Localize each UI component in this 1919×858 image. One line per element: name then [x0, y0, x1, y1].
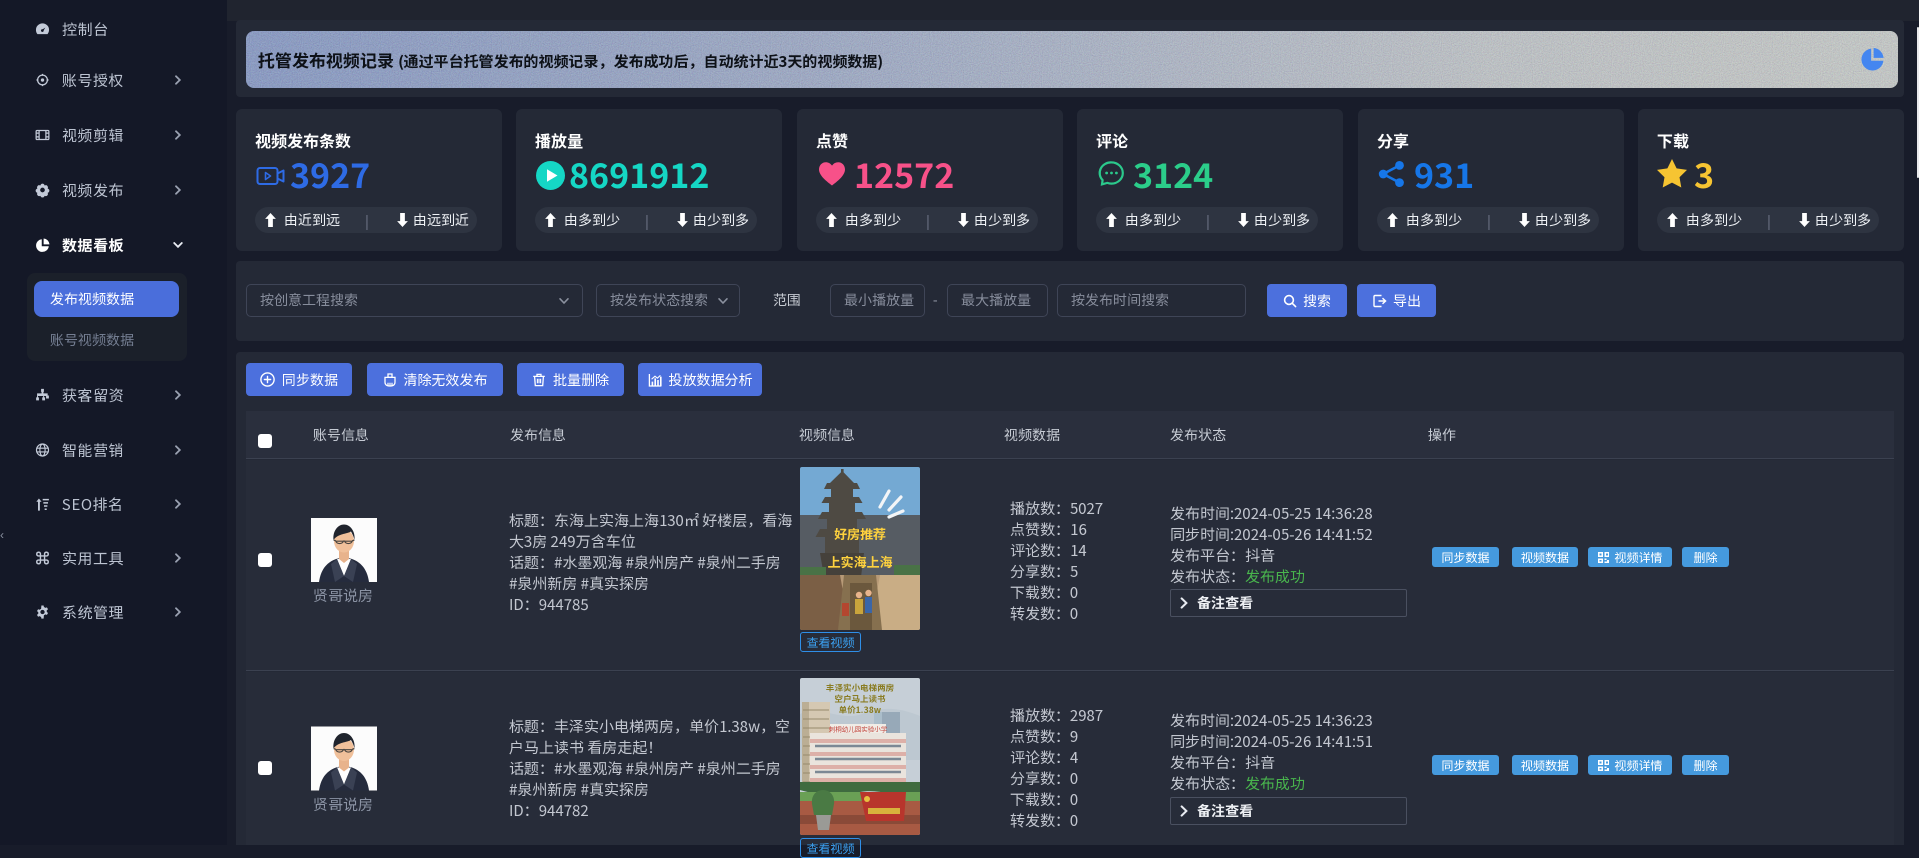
svg-text:上实海上海: 上实海上海: [827, 552, 892, 571]
svg-text:好房推荐: 好房推荐: [834, 524, 886, 543]
svg-text:单价1.38w: 单价1.38w: [839, 704, 882, 716]
svg-text:刺桐幼儿园实验小学: 刺桐幼儿园实验小学: [829, 724, 888, 734]
